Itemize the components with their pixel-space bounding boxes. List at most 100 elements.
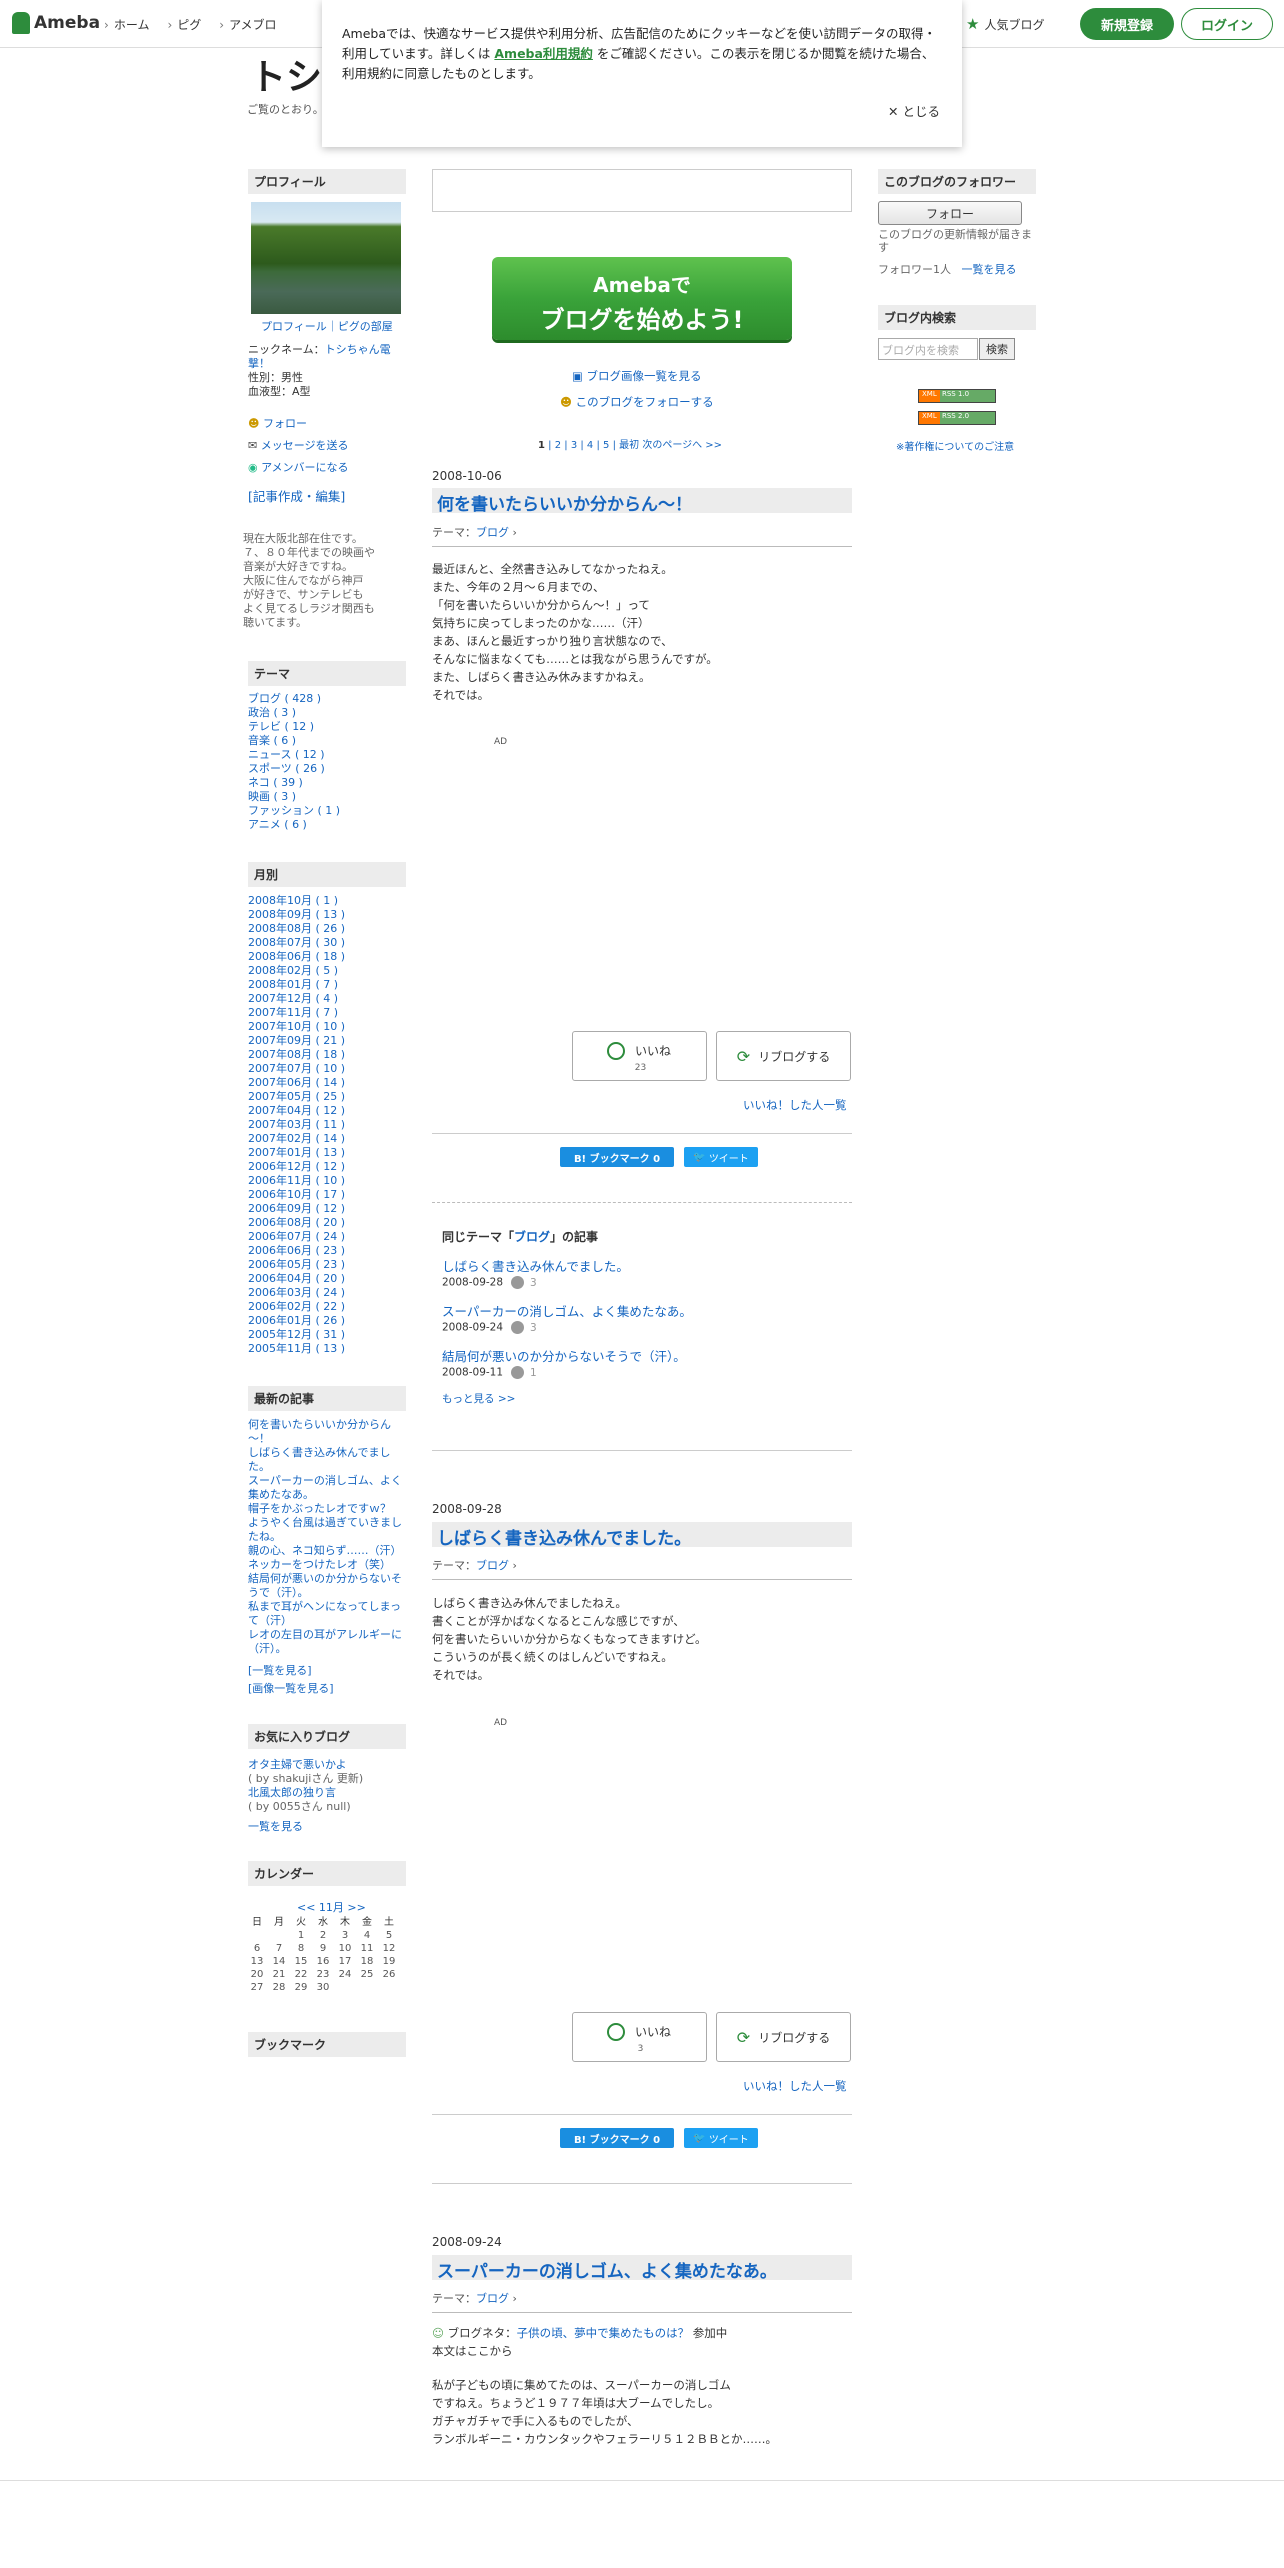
terms-link[interactable]: Ameba利用規約 (494, 46, 593, 61)
recent-entry-link[interactable]: 帽子をかぶったレオですｗ？ (248, 1502, 402, 1516)
month-link[interactable]: 2008年02月 ( 5 ) (248, 964, 345, 978)
cookie-close-button[interactable]: ✕ とじる (888, 102, 940, 122)
theme-link[interactable]: ブログ ( 428 ) (248, 692, 340, 706)
recent-entry-link[interactable]: ようやく台風は過ぎていきまし (248, 1516, 402, 1530)
theme-link[interactable]: スポーツ ( 26 ) (248, 762, 340, 776)
related-link[interactable]: しばらく書き込み休んでました。 (442, 1256, 629, 1275)
nav-ameblo[interactable]: アメブロ (219, 16, 276, 33)
theme-link[interactable]: ファッション ( 1 ) (248, 804, 340, 818)
recent-entry-link[interactable]: （汗）。 (248, 1642, 402, 1656)
month-link[interactable]: 2008年07月 ( 30 ) (248, 936, 345, 950)
theme-link[interactable]: ブログ (476, 2292, 509, 2305)
favorite-all-link[interactable]: 一覧を見る (248, 1818, 303, 1834)
follow-blog-link[interactable]: ☻ このブログをフォローする (560, 394, 714, 410)
entry-title[interactable]: スーパーカーの消しゴム、よく集めたなあ。 (432, 2255, 852, 2282)
like-list-link[interactable]: いいね！した人一覧 (743, 1097, 847, 1113)
recent-entry-link[interactable]: ネッカーをつけたレオ（笑） (248, 1558, 402, 1572)
favorite-blog-link[interactable]: 北風太郎の独り言 (248, 1786, 363, 1800)
recent-entry-link[interactable]: 結局何が悪いのか分からないそ (248, 1572, 402, 1586)
recent-entry-link[interactable]: て（汗） (248, 1614, 402, 1628)
like-button[interactable]: いいね 23 (572, 1031, 707, 1081)
blog-search-button[interactable]: 検索 (979, 338, 1015, 360)
recent-entry-link[interactable]: 私まで耳がヘンになってしまっ (248, 1600, 402, 1614)
related-more-link[interactable]: もっと見る >> (442, 1391, 515, 1406)
entry-title[interactable]: 何を書いたらいいか分からん～！ (432, 488, 852, 515)
month-link[interactable]: 2007年11月 ( 7 ) (248, 1006, 345, 1020)
month-link[interactable]: 2008年06月 ( 18 ) (248, 950, 345, 964)
tweet-button[interactable]: 🐦 ツイート (684, 1147, 758, 1167)
month-link[interactable]: 2007年03月 ( 11 ) (248, 1118, 345, 1132)
follower-list-link[interactable]: 一覧を見る (962, 263, 1017, 276)
nav-home[interactable]: ホーム (104, 16, 150, 33)
tweet-button[interactable]: 🐦 ツイート (684, 2128, 758, 2148)
rss2-badge[interactable]: XML RSS 2.0 (918, 411, 996, 425)
message-link[interactable]: ✉ メッセージを送る (248, 435, 349, 457)
month-link[interactable]: 2005年12月 ( 31 ) (248, 1328, 345, 1342)
month-link[interactable]: 2006年01月 ( 26 ) (248, 1314, 345, 1328)
login-button[interactable]: ログイン (1181, 8, 1273, 40)
recent-entry-link[interactable]: レオの左目の耳がアレルギーに (248, 1628, 402, 1642)
hatena-bookmark-button[interactable]: B! ブックマーク 0 (560, 2128, 674, 2148)
theme-link[interactable]: ブログ (476, 526, 509, 539)
recent-entry-link[interactable]: 親の心、ネコ知らず……（汗） (248, 1544, 402, 1558)
page-link[interactable]: 3 (571, 440, 577, 451)
recent-entry-link[interactable]: た。 (248, 1460, 402, 1474)
nav-pigg[interactable]: ピグ (167, 16, 201, 33)
page-link[interactable]: 4 (587, 440, 593, 451)
hatena-bookmark-button[interactable]: B! ブックマーク 0 (560, 1147, 674, 1167)
amember-link[interactable]: ◉ アメンバーになる (248, 457, 349, 479)
popular-blog-link[interactable]: ★ 人気ブログ (966, 15, 1044, 33)
blog-title[interactable]: トシ (250, 48, 322, 100)
month-link[interactable]: 2007年10月 ( 10 ) (248, 1020, 345, 1034)
rss1-badge[interactable]: XML RSS 1.0 (918, 389, 996, 403)
ameba-logo[interactable]: Ameba (12, 12, 100, 34)
related-link[interactable]: スーパーカーの消しゴム、よく集めたなあ。 (442, 1301, 692, 1320)
recent-entry-link[interactable]: しばらく書き込み休んでまし (248, 1446, 402, 1460)
recent-entry-link[interactable]: ～！ (248, 1432, 402, 1446)
theme-link[interactable]: ニュース ( 12 ) (248, 748, 340, 762)
follow-button[interactable]: フォロー (878, 201, 1022, 225)
recent-image-link[interactable]: [画像一覧を見る] (248, 1680, 334, 1696)
month-link[interactable]: 2006年07月 ( 24 ) (248, 1230, 345, 1244)
month-link[interactable]: 2007年02月 ( 14 ) (248, 1132, 345, 1146)
reblog-button[interactable]: ⟳ リブログする (716, 2012, 851, 2062)
theme-link[interactable]: ネコ ( 39 ) (248, 776, 340, 790)
related-theme-link[interactable]: ブログ (514, 1230, 550, 1244)
month-link[interactable]: 2007年05月 ( 25 ) (248, 1090, 345, 1104)
month-link[interactable]: 2007年12月 ( 4 ) (248, 992, 345, 1006)
month-link[interactable]: 2008年08月 ( 26 ) (248, 922, 345, 936)
month-link[interactable]: 2008年09月 ( 13 ) (248, 908, 345, 922)
copyright-link[interactable]: ※著作権についてのご注意 (896, 438, 1014, 453)
theme-link[interactable]: テレビ ( 12 ) (248, 720, 340, 734)
month-link[interactable]: 2007年09月 ( 21 ) (248, 1034, 345, 1048)
theme-link[interactable]: ブログ (476, 1559, 509, 1572)
like-list-link[interactable]: いいね！した人一覧 (743, 2078, 847, 2094)
register-button[interactable]: 新規登録 (1080, 8, 1174, 40)
entry-title[interactable]: しばらく書き込み休んでました。 (432, 1522, 852, 1549)
start-blog-banner[interactable]: Amebaで ブログを始めよう! (492, 257, 792, 340)
blog-search-input[interactable]: ブログ内を検索 (878, 338, 978, 360)
like-button[interactable]: いいね 3 (572, 2012, 707, 2062)
month-link[interactable]: 2007年01月 ( 13 ) (248, 1146, 345, 1160)
month-link[interactable]: 2007年06月 ( 14 ) (248, 1076, 345, 1090)
profile-links[interactable]: プロフィール｜ピグの部屋 (261, 318, 393, 334)
favorite-blog-link[interactable]: オタ主婦で悪いかよ (248, 1758, 363, 1772)
month-link[interactable]: 2006年12月 ( 12 ) (248, 1160, 345, 1174)
month-link[interactable]: 2006年02月 ( 22 ) (248, 1300, 345, 1314)
theme-link[interactable]: 映画 ( 3 ) (248, 790, 340, 804)
related-link[interactable]: 結局何が悪いのか分からないそうで（汗）。 (442, 1346, 686, 1365)
theme-link[interactable]: アニメ ( 6 ) (248, 818, 340, 832)
month-link[interactable]: 2007年08月 ( 18 ) (248, 1048, 345, 1062)
neta-link[interactable]: 子供の頃、夢中で集めたものは？ (517, 2326, 690, 2340)
recent-all-link[interactable]: [一覧を見る] (248, 1662, 312, 1678)
month-link[interactable]: 2008年10月 ( 1 ) (248, 894, 345, 908)
image-list-link[interactable]: ▣ ブログ画像一覧を見る (572, 368, 702, 384)
theme-link[interactable]: 政治 ( 3 ) (248, 706, 340, 720)
month-link[interactable]: 2006年11月 ( 10 ) (248, 1174, 345, 1188)
reblog-button[interactable]: ⟳ リブログする (716, 1031, 851, 1081)
profile-image[interactable] (251, 202, 401, 314)
month-link[interactable]: 2006年04月 ( 20 ) (248, 1272, 345, 1286)
recent-entry-link[interactable]: 何を書いたらいいか分からん (248, 1418, 402, 1432)
page-link[interactable]: 2 (555, 440, 561, 451)
page-link[interactable]: 5 (603, 440, 609, 451)
